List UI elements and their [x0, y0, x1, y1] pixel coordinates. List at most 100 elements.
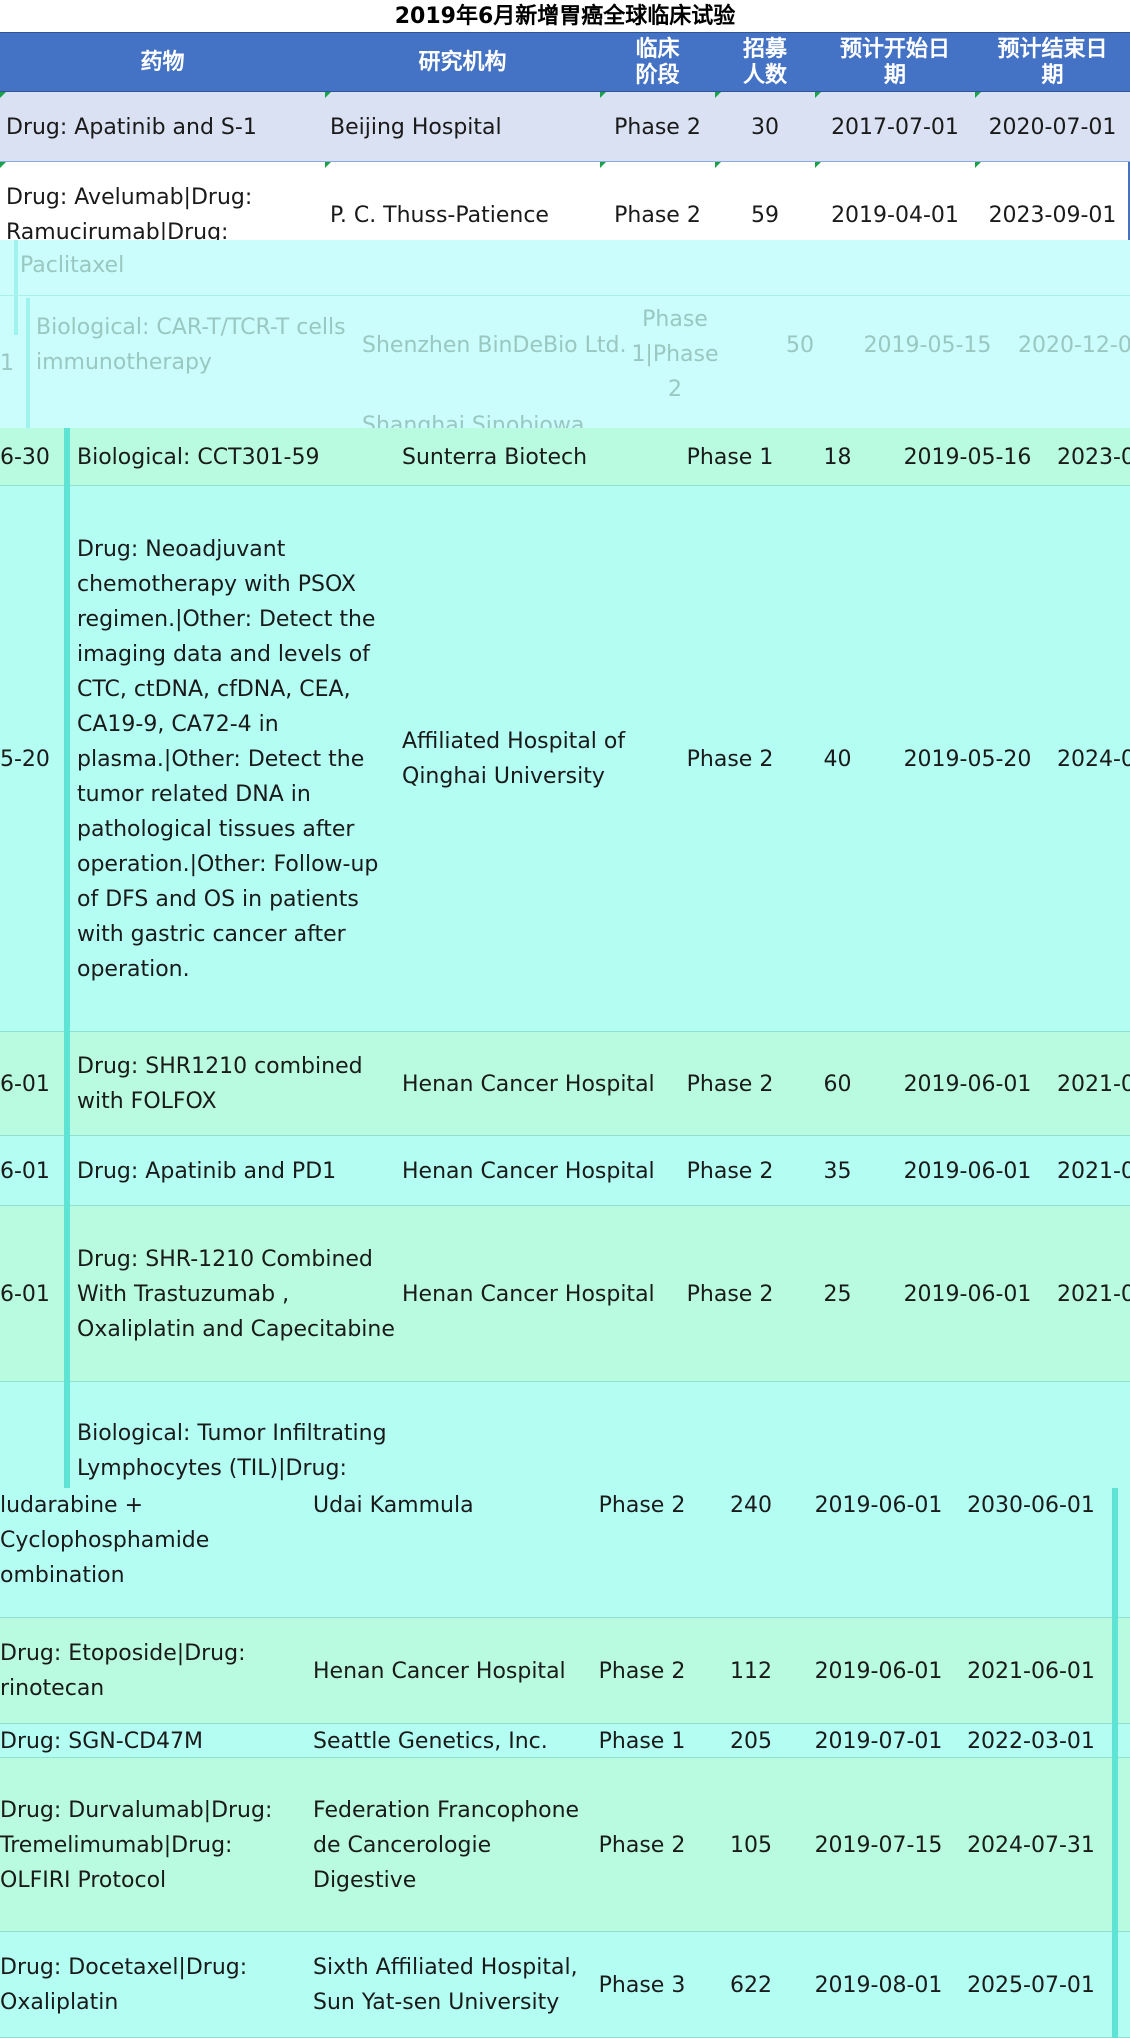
header-end-date: 预计结束日 期 [997, 37, 1108, 88]
table-row: 6-30 Biological: CCT301-59 Sunterra Biot… [0, 428, 1130, 486]
cell-phase: Phase 2 [686, 746, 774, 772]
cell-start-date: 2019-04-01 [831, 203, 959, 228]
table-row: 5-20 Drug: Neoadjuvant chemotherapy with… [0, 486, 1130, 1032]
cell-institution: Seattle Genetics, Inc. [313, 1728, 548, 1754]
cell-phase: Phase 2 [686, 1071, 774, 1097]
table-title: 2019年6月新增胃癌全球临床试验 [394, 4, 736, 29]
table-row: Drug: Avelumab|Drug: Ramucirumab|Drug: P… [0, 162, 1130, 242]
cell-institution: Udai Kammula [313, 1493, 474, 1518]
cell-drug: ludarabine + Cyclophosphamide ombination [0, 1493, 210, 1588]
cell-end-date: 2021-06-01 [967, 1658, 1095, 1684]
cell-phase: Phase 2 [598, 1658, 686, 1684]
cell-drug: Drug: SGN-CD47M [0, 1728, 203, 1754]
cell-drug: Biological: CCT301-59 [77, 444, 320, 470]
cell-phase: Phase 2 [686, 1281, 774, 1307]
cell-enroll: 25 [823, 1281, 852, 1307]
table-row: Biological: Tumor Infiltrating Lymphocyt… [0, 1382, 1130, 1490]
cell-phase: Phase 1 [598, 1728, 686, 1754]
cell-start-date: 2019-06-01 [903, 1158, 1032, 1184]
cell-start-date: 2019-06-01 [814, 1493, 943, 1518]
cell-start-date: 2019-08-01 [814, 1972, 943, 1998]
cell-end-date: 2023-09-01 [988, 203, 1117, 228]
overlay-cell-next-institution: Shanghai Sinobiowa... [362, 413, 606, 430]
table-header: 药物 研究机构 临床 阶段 招募 人数 预计开始日 期 预计结束日 期 [0, 32, 1130, 92]
cell-start-date: 2019-05-20 [903, 746, 1032, 772]
cell-date-fragment: 6-01 [0, 1281, 50, 1307]
cell-enroll: 112 [730, 1658, 772, 1684]
cell-end-date: 2021-0 [1057, 1071, 1130, 1097]
header-start-date: 预计开始日 期 [839, 37, 950, 88]
faded-overlay-panel: Paclitaxel 1 Biological: CAR-T/TCR-T cel… [0, 240, 1130, 430]
cell-end-date: 2025-07-01 [967, 1972, 1095, 1998]
cell-enroll: 18 [823, 444, 852, 470]
cell-enroll: 30 [751, 114, 779, 140]
cell-date-fragment: 6-01 [0, 1071, 50, 1097]
overlay-rule [0, 295, 1130, 296]
cell-phase: Phase 2 [598, 1493, 686, 1518]
cell-drug: Drug: SHR-1210 Combined With Trastuzumab… [77, 1246, 395, 1342]
cell-phase: Phase 3 [598, 1972, 686, 1998]
overlay-cell-end-date: 2020-12-0 [1018, 333, 1130, 358]
cell-drug: Biological: Tumor Infiltrating Lymphocyt… [77, 1421, 387, 1481]
cell-enroll: 240 [730, 1493, 772, 1518]
overlay-border [26, 298, 30, 430]
comment-marker [975, 162, 981, 168]
overlay-cell-institution: Shenzhen BinDeBio Ltd. [362, 333, 627, 358]
cell-institution: Federation Francophone de Cancerologie D… [313, 1797, 580, 1893]
cell-start-date: 2019-07-01 [814, 1728, 943, 1754]
cell-end-date: 2021-0 [1057, 1158, 1130, 1184]
cell-end-date: 2021-0 [1057, 1281, 1130, 1307]
cell-drug: Drug: SHR1210 combined with FOLFOX [77, 1054, 363, 1114]
comment-marker [815, 162, 821, 168]
cell-institution: Henan Cancer Hospital [313, 1658, 566, 1684]
overlay-cell-paclitaxel: Paclitaxel [20, 253, 125, 278]
cell-enroll: 40 [823, 746, 852, 772]
overlay-border [14, 240, 18, 335]
header-phase: 临床 阶段 [635, 37, 680, 88]
cell-institution: Henan Cancer Hospital [402, 1158, 655, 1184]
comment-marker [600, 162, 606, 168]
overlay-cell-start-date: 2019-05-15 [863, 333, 992, 358]
cell-end-date: 2020-07-01 [988, 114, 1117, 140]
cell-phase: Phase 1 [686, 444, 774, 470]
overlay-panel-bottom: ludarabine + Cyclophosphamide ombination… [0, 1488, 1130, 2038]
cell-enroll: 622 [730, 1972, 772, 1998]
cell-drug: Drug: Etoposide|Drug: rinotecan [0, 1641, 246, 1701]
panel-border-right [1112, 1488, 1118, 2038]
cell-start-date: 2019-06-01 [903, 1281, 1032, 1307]
cell-institution: P. C. Thuss-Patience [330, 203, 549, 228]
overlay-cell-left-fragment: 1 [0, 351, 14, 376]
cell-start-date: 2019-06-01 [903, 1071, 1032, 1097]
table-row: Drug: Etoposide|Drug: rinotecan Henan Ca… [0, 1618, 1130, 1724]
cell-drug: Drug: Apatinib and PD1 [77, 1158, 337, 1184]
cell-enroll: 205 [730, 1728, 772, 1754]
cell-enroll: 59 [751, 203, 779, 228]
cell-start-date: 2019-07-15 [814, 1832, 943, 1858]
cell-drug: Drug: Avelumab|Drug: Ramucirumab|Drug: [6, 185, 253, 242]
cell-enroll: 35 [823, 1158, 852, 1184]
table-row: Drug: Apatinib and S-1 Beijing Hospital … [0, 92, 1130, 162]
cell-start-date: 2017-07-01 [831, 114, 959, 140]
cell-date-fragment: 6-30 [0, 444, 50, 470]
cell-drug: Drug: Docetaxel|Drug: Oxaliplatin [0, 1955, 248, 2015]
comment-marker [325, 162, 331, 168]
table-row: 6-01 Drug: SHR-1210 Combined With Trastu… [0, 1206, 1130, 1382]
cell-end-date: 2022-03-01 [967, 1728, 1095, 1754]
cell-drug: Drug: Neoadjuvant chemotherapy with PSOX… [77, 536, 379, 982]
cell-institution: Sixth Affiliated Hospital, Sun Yat-sen U… [313, 1955, 578, 2015]
table-row: 6-01 Drug: SHR1210 combined with FOLFOX … [0, 1032, 1130, 1136]
cell-enroll: 60 [823, 1071, 852, 1097]
comment-marker [715, 162, 721, 168]
cell-institution: Beijing Hospital [330, 114, 502, 140]
table-row: 6-01 Drug: Apatinib and PD1 Henan Cancer… [0, 1136, 1130, 1206]
cell-phase: Phase 2 [614, 114, 701, 140]
table-row: ludarabine + Cyclophosphamide ombination… [0, 1488, 1130, 1618]
cell-enroll: 105 [730, 1832, 772, 1858]
comment-marker [0, 162, 6, 168]
header-institution: 研究机构 [418, 50, 507, 75]
header-enroll: 招募 人数 [742, 37, 787, 88]
overlay-cell-enroll: 50 [786, 333, 814, 358]
table-row: Drug: Docetaxel|Drug: Oxaliplatin Sixth … [0, 1932, 1130, 2038]
cell-drug: Drug: Durvalumab|Drug: Tremelimumab|Drug… [0, 1797, 273, 1893]
cell-phase: Phase 2 [614, 203, 701, 228]
